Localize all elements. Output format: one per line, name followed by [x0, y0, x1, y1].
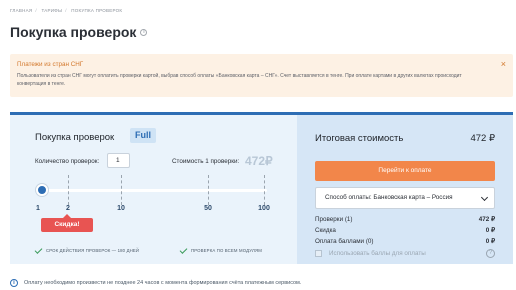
- check-icon: [34, 245, 43, 254]
- slider-track[interactable]: [42, 189, 267, 192]
- summary-row: Оплата баллами (0) 0 ₽: [315, 238, 495, 245]
- summary-panel: Итоговая стоимость 472 ₽ Перейти к оплат…: [297, 115, 513, 264]
- notice-title: Платежи из стран СНГ: [17, 61, 84, 68]
- check-icon: [179, 245, 188, 254]
- summary-row-value: 0 ₽: [485, 227, 495, 234]
- summary-row-label: Проверки (1): [315, 216, 353, 223]
- summary-row-label: Оплата баллами (0): [315, 238, 374, 245]
- footer-text: Оплату необходимо произвести не позднее …: [24, 280, 302, 286]
- slider-label[interactable]: 1: [36, 205, 40, 212]
- breadcrumb-home[interactable]: ГЛАВНАЯ: [10, 8, 32, 13]
- cis-payment-notice: Платежи из стран СНГ Пользователи из стр…: [10, 54, 513, 97]
- feature-validity: СРОК ДЕЙСТВИЯ ПРОВЕРОК — 180 ДНЕЙ: [34, 245, 140, 254]
- summary-title: Итоговая стоимость: [315, 133, 404, 144]
- chevron-down-icon: [480, 193, 489, 202]
- calculator-title: Покупка проверок: [35, 132, 115, 143]
- payment-method-value: Способ оплаты: Банковская карта – Россия: [325, 194, 453, 201]
- summary-row: Скидка 0 ₽: [315, 227, 495, 234]
- pay-button[interactable]: Перейти к оплате: [315, 161, 495, 181]
- breadcrumb: ГЛАВНАЯ / ТАРИФЫ / ПОКУПКА ПРОВЕРОК: [10, 8, 125, 13]
- discount-badge[interactable]: Скидка!: [41, 214, 93, 232]
- breadcrumb-separator: /: [35, 8, 37, 13]
- feature-all-modules: ПРОВЕРКА ПО ВСЕМ МОДУЛЯМ: [179, 245, 262, 254]
- slider-handle[interactable]: [36, 184, 48, 196]
- info-icon: i: [10, 279, 18, 287]
- purchase-page: ГЛАВНАЯ / ТАРИФЫ / ПОКУПКА ПРОВЕРОК Покупк…: [0, 0, 516, 290]
- title-row: Покупка проверок i: [10, 24, 148, 40]
- payment-method-select[interactable]: Способ оплаты: Банковская карта – Россия: [315, 187, 495, 209]
- help-icon[interactable]: ?: [486, 249, 495, 258]
- slider-tick: [264, 175, 265, 205]
- slider-label[interactable]: 100: [258, 205, 270, 212]
- notice-text: Пользователи из стран СНГ могут оплатить…: [17, 73, 462, 87]
- slider-label[interactable]: 50: [204, 205, 212, 212]
- unit-cost-label: Стоимость 1 проверки:: [172, 158, 240, 165]
- summary-row-value: 472 ₽: [478, 216, 495, 223]
- use-points-label: Использовать баллы для оплаты: [329, 250, 426, 257]
- use-points-checkbox[interactable]: [315, 250, 322, 257]
- slider-tick: [68, 175, 69, 205]
- slider-label[interactable]: 10: [117, 205, 125, 212]
- feature-validity-label: СРОК ДЕЙСТВИЯ ПРОВЕРОК — 180 ДНЕЙ: [46, 248, 140, 253]
- unit-cost-value: 472₽: [245, 154, 273, 168]
- info-icon[interactable]: i: [140, 28, 148, 36]
- slider-tick: [208, 175, 209, 205]
- breadcrumb-tariffs[interactable]: ТАРИФЫ: [41, 8, 62, 13]
- summary-total: 472 ₽: [470, 133, 495, 144]
- summary-row-value: 0 ₽: [485, 238, 495, 245]
- summary-row-label: Скидка: [315, 227, 336, 234]
- breadcrumb-current: ПОКУПКА ПРОВЕРОК: [71, 8, 123, 13]
- tariff-badge: Full: [130, 128, 156, 143]
- close-icon[interactable]: ×: [501, 59, 506, 69]
- summary-row: Проверки (1) 472 ₽: [315, 216, 495, 223]
- purchase-calculator: Покупка проверок Full Количество проверо…: [10, 112, 513, 264]
- quantity-input[interactable]: 1: [107, 153, 130, 168]
- quantity-label: Количество проверок:: [35, 158, 100, 165]
- breadcrumb-separator: /: [65, 8, 67, 13]
- slider-tick: [121, 175, 122, 205]
- feature-modules-label: ПРОВЕРКА ПО ВСЕМ МОДУЛЯМ: [191, 248, 262, 253]
- page-title: Покупка проверок: [10, 24, 137, 40]
- payment-footer-note: i Оплату необходимо произвести не поздне…: [10, 279, 301, 287]
- slider-label[interactable]: 2: [66, 205, 70, 212]
- use-points-row: Использовать баллы для оплаты ?: [315, 249, 495, 258]
- calculator-panel: Покупка проверок Full Количество проверо…: [10, 115, 297, 264]
